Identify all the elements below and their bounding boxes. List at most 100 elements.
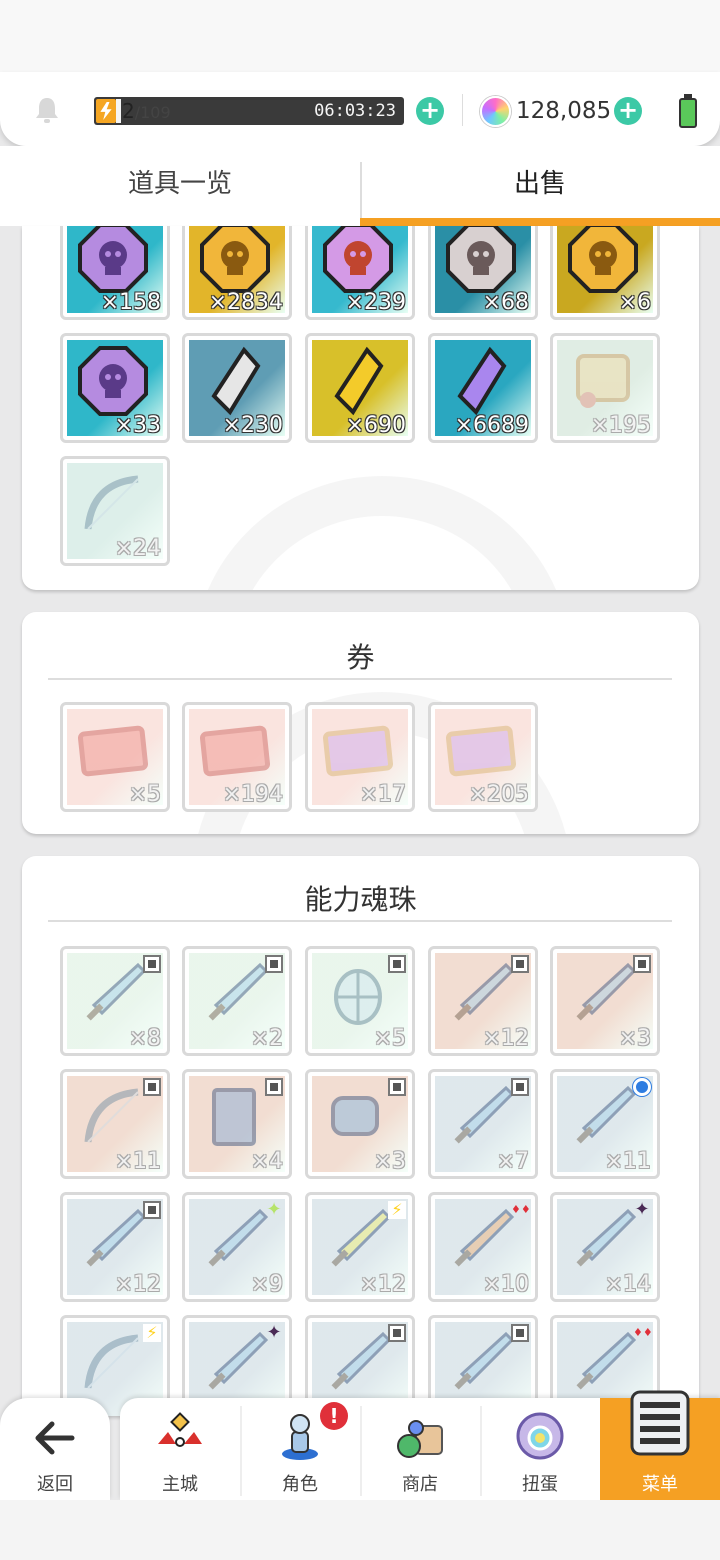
bell-icon[interactable] — [34, 96, 60, 124]
item-count: ×3 — [618, 1026, 651, 1051]
nav-gacha-label: 扭蛋 — [522, 1474, 558, 1495]
nav-shop[interactable]: 商店 — [360, 1398, 480, 1500]
orb-axe-icon — [200, 1328, 270, 1398]
orb-bow-icon — [78, 1082, 148, 1152]
item-tile-purple-skull-emblem-2[interactable]: ×33 — [60, 333, 170, 443]
item-count: ×6 — [618, 290, 651, 315]
item-tile-white-crystal[interactable]: ×230 — [182, 333, 292, 443]
gold-skull-emblem-2-icon — [568, 226, 638, 293]
item-count: ×9 — [250, 1272, 283, 1297]
item-tile-orb-bow[interactable]: ×11 — [60, 1069, 170, 1179]
orb-greatsword-icon — [446, 1082, 516, 1152]
item-tile-orb-greatsword[interactable]: ×7 — [428, 1069, 538, 1179]
item-tile-orb-lightning-sword[interactable]: ⚡ ×12 — [305, 1192, 415, 1302]
item-tile-orb-staff[interactable]: ×2 — [182, 946, 292, 1056]
diamonds-badge-icon: ♦♦ — [633, 1326, 653, 1339]
nav-main-city-label: 主城 — [162, 1474, 198, 1495]
item-tile-orb-chain[interactable]: ×3 — [550, 946, 660, 1056]
section-divider — [48, 920, 672, 922]
item-count: ×12 — [359, 1272, 406, 1297]
item-tile-orb-ice-sword[interactable]: ×12 — [60, 1192, 170, 1302]
purple-skull-emblem-icon — [78, 226, 148, 293]
back-button[interactable]: 返回 — [0, 1398, 110, 1500]
nav-character[interactable]: ! 角色 — [240, 1398, 360, 1500]
orb-katana-icon — [568, 1082, 638, 1152]
item-tile-purple-ticket-2[interactable]: ×205 — [428, 702, 538, 812]
tickets-title: 券 — [346, 641, 375, 674]
item-count: ×5 — [373, 1026, 406, 1051]
item-tile-orb-spear[interactable]: ✦ ×9 — [182, 1192, 292, 1302]
stamina-value: 2/109 — [122, 99, 171, 123]
status-bar: 2/109 06:03:23 + 128,085 + — [0, 72, 720, 146]
materials-panel: ×158 ×2834 ×239 ×68 ×6 ×33 ×230 ×690 ×6689 ×195 ×2… — [22, 226, 699, 590]
square-badge-icon — [388, 1078, 406, 1096]
nav-main-city[interactable]: 主城 — [120, 1398, 240, 1500]
item-tile-orb-gauntlet[interactable]: ×3 — [305, 1069, 415, 1179]
item-tile-orb-blade[interactable]: ×12 — [428, 946, 538, 1056]
square-badge-icon — [388, 1324, 406, 1342]
nav-menu[interactable]: 菜单 — [600, 1390, 720, 1500]
back-label: 返回 — [37, 1474, 73, 1495]
diamonds-badge-icon: ♦♦ — [511, 1203, 531, 1216]
system-gesture-bar — [0, 1500, 720, 1560]
item-tile-orb-katana[interactable]: ×11 — [550, 1069, 660, 1179]
item-tile-pink-skull-emblem[interactable]: ×239 — [305, 226, 415, 320]
orb-spear-icon — [200, 1205, 270, 1275]
item-count: ×690 — [345, 413, 406, 438]
purple-skull-emblem-2-icon — [78, 346, 148, 416]
square-badge-icon — [265, 1078, 283, 1096]
item-count: ×11 — [114, 1149, 161, 1174]
item-tile-purple-ticket[interactable]: ×17 — [305, 702, 415, 812]
nav-character-label: 角色 — [282, 1474, 318, 1495]
square-badge-icon — [265, 955, 283, 973]
nav-shop-label: 商店 — [402, 1474, 438, 1495]
item-count: ×2834 — [208, 290, 283, 315]
orb-rod-icon — [323, 1328, 393, 1398]
rainbow-gem-icon — [480, 96, 511, 127]
add-stamina-button[interactable]: + — [416, 97, 444, 125]
bolt-badge-icon: ⚡ — [143, 1324, 161, 1342]
orb-blade-icon — [446, 959, 516, 1029]
add-gem-button[interactable]: + — [614, 97, 642, 125]
orb-lightning-sword-icon — [323, 1205, 393, 1275]
ability-orbs-panel: 能力魂珠 ×8 ×2 ×5 ×12 ×3 ×11 ×4 ×3 ×7 ×11 ×12 ✦ ×9 ⚡ ×12 ♦♦… — [22, 856, 699, 1416]
orb-dagger-icon — [446, 1328, 516, 1398]
item-count: ×12 — [482, 1026, 529, 1051]
tab-sell[interactable]: 出售 — [360, 146, 720, 226]
orb-crossbow-icon — [78, 1328, 148, 1398]
item-tile-gold-crystal[interactable]: ×690 — [305, 333, 415, 443]
tab-active-indicator — [360, 218, 720, 226]
item-tile-bow-material[interactable]: ×24 — [60, 456, 170, 566]
item-tile-red-ticket-2[interactable]: ×194 — [182, 702, 292, 812]
item-tile-orb-wand[interactable]: ♦♦ ×10 — [428, 1192, 538, 1302]
nav-menu-label: 菜单 — [642, 1474, 678, 1495]
item-tile-orb-shield[interactable]: ×5 — [305, 946, 415, 1056]
item-tile-orb-book[interactable]: ×4 — [182, 1069, 292, 1179]
circle-badge-icon — [633, 1078, 651, 1096]
orb-scythe-icon — [568, 1205, 638, 1275]
item-tile-scroll-map[interactable]: ×195 — [550, 333, 660, 443]
orb-wand-icon — [446, 1205, 516, 1275]
orb-chain-icon — [568, 959, 638, 1029]
square-badge-icon — [388, 955, 406, 973]
item-tile-gold-skull-emblem[interactable]: ×2834 — [182, 226, 292, 320]
tab-bar: 道具一览 出售 — [0, 146, 720, 226]
item-count: ×8 — [128, 1026, 161, 1051]
item-tile-gold-skull-emblem-2[interactable]: ×6 — [550, 226, 660, 320]
nav-gacha[interactable]: 扭蛋 — [480, 1398, 600, 1500]
tab-item-list[interactable]: 道具一览 — [0, 146, 360, 226]
square-badge-icon — [511, 955, 529, 973]
orb-staff-icon — [200, 959, 270, 1029]
item-tile-purple-crystal[interactable]: ×6689 — [428, 333, 538, 443]
item-tile-purple-skull-emblem[interactable]: ×158 — [60, 226, 170, 320]
orb-shield-icon — [323, 959, 393, 1029]
stamina-fill — [116, 99, 122, 123]
gold-skull-emblem-icon — [200, 226, 270, 293]
square-badge-icon — [143, 955, 161, 973]
item-tile-gray-skull-emblem[interactable]: ×68 — [428, 226, 538, 320]
item-tile-orb-sword[interactable]: ×8 — [60, 946, 170, 1056]
white-crystal-icon — [200, 346, 270, 416]
item-tile-orb-scythe[interactable]: ✦ ×14 — [550, 1192, 660, 1302]
item-count: ×14 — [604, 1272, 651, 1297]
item-tile-red-ticket[interactable]: ×5 — [60, 702, 170, 812]
